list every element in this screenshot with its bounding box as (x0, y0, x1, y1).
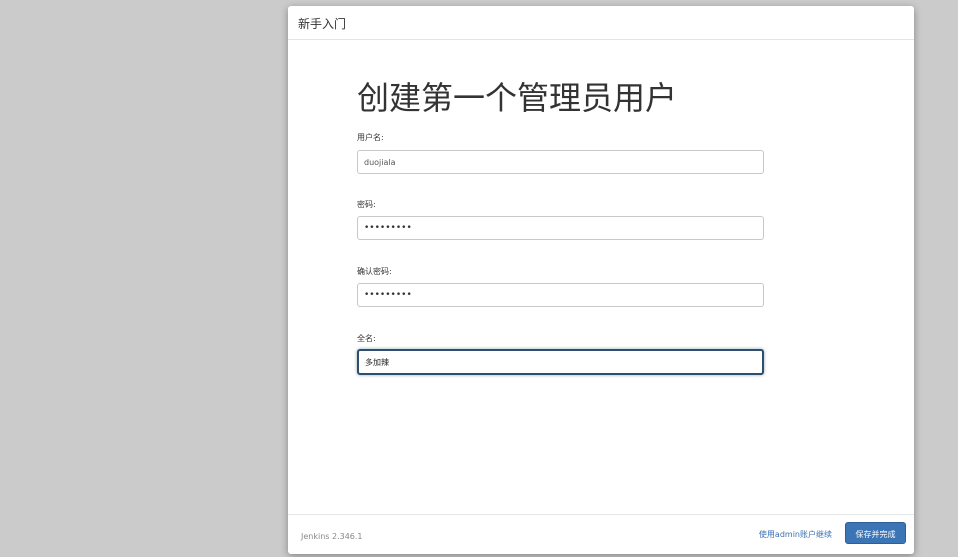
setup-wizard-dialog: 新手入门 创建第一个管理员用户 用户名: 密码: ••••••••• 确认密码:… (288, 6, 914, 554)
password-label: 密码: (357, 200, 376, 209)
confirm-password-label: 确认密码: (357, 267, 392, 276)
confirm-password-masked-value: ••••••••• (364, 290, 412, 300)
dialog-header: 新手入门 (288, 6, 914, 40)
page-title: 创建第一个管理员用户 (357, 79, 678, 117)
confirm-password-input[interactable]: ••••••••• (357, 283, 764, 307)
dialog-footer: Jenkins 2.346.1 使用admin账户继续 保存并完成 (288, 514, 914, 554)
save-and-finish-button[interactable]: 保存并完成 (845, 522, 906, 544)
fullname-input[interactable] (357, 349, 764, 375)
password-input[interactable]: ••••••••• (357, 216, 764, 240)
continue-as-admin-link[interactable]: 使用admin账户继续 (759, 529, 832, 540)
fullname-label: 全名: (357, 334, 376, 343)
username-label: 用户名: (357, 133, 384, 142)
username-input[interactable] (357, 150, 764, 174)
password-masked-value: ••••••••• (364, 223, 412, 233)
jenkins-version: Jenkins 2.346.1 (301, 532, 363, 541)
dialog-title: 新手入门 (298, 17, 347, 31)
